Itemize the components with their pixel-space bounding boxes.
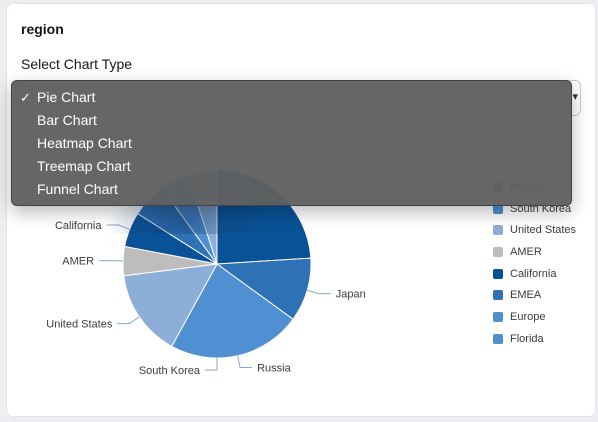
chart-type-dropdown-menu: ✓ Pie Chart Bar Chart Heatmap Chart Treemap …: [11, 80, 572, 206]
slice-label: United States: [46, 319, 113, 331]
label-leader-line: [307, 289, 331, 295]
legend-item[interactable]: Florida: [493, 328, 593, 350]
label-leader-line: [204, 357, 218, 371]
menu-option-label: Funnel Chart: [37, 181, 118, 197]
menu-option-label: Pie Chart: [37, 89, 96, 105]
legend-swatch: [493, 290, 503, 301]
checkmark-icon: ✓: [20, 90, 31, 105]
legend-item[interactable]: Europe: [493, 306, 593, 328]
menu-option-label: Bar Chart: [37, 112, 97, 128]
legend-item[interactable]: United States: [493, 219, 593, 241]
chart-panel: region Select Chart Type ▾ California AME…: [7, 4, 595, 416]
menu-option-bar-chart[interactable]: Bar Chart: [12, 109, 571, 132]
menu-option-label: Heatmap Chart: [37, 135, 132, 151]
legend-item[interactable]: AMER: [493, 241, 593, 263]
slice-label: California: [55, 220, 102, 232]
slice-label: Japan: [336, 289, 366, 301]
slice-label: Russia: [257, 362, 292, 374]
legend-label: United States: [510, 224, 577, 237]
legend-swatch: [493, 225, 503, 236]
legend-swatch: [493, 311, 503, 322]
menu-option-funnel-chart[interactable]: Funnel Chart: [12, 178, 571, 201]
menu-option-treemap-chart[interactable]: Treemap Chart: [12, 155, 571, 178]
label-leader-line: [117, 316, 140, 325]
legend-item[interactable]: EMEA: [493, 284, 593, 306]
legend-label: Europe: [510, 310, 546, 323]
menu-option-label: Treemap Chart: [37, 158, 131, 174]
legend-swatch: [493, 333, 503, 344]
menu-option-pie-chart[interactable]: ✓ Pie Chart: [12, 86, 571, 109]
legend-item[interactable]: California: [493, 263, 593, 285]
menu-option-heatmap-chart[interactable]: Heatmap Chart: [12, 132, 571, 155]
legend-label: California: [510, 267, 557, 280]
label-leader-line: [237, 355, 253, 368]
legend-label: Florida: [510, 332, 544, 345]
legend-label: AMER: [510, 245, 542, 258]
legend-swatch: [493, 246, 503, 257]
legend-label: EMEA: [510, 289, 542, 302]
slice-label: South Korea: [139, 365, 201, 377]
slice-label: AMER: [62, 256, 94, 268]
legend-swatch: [493, 268, 503, 279]
